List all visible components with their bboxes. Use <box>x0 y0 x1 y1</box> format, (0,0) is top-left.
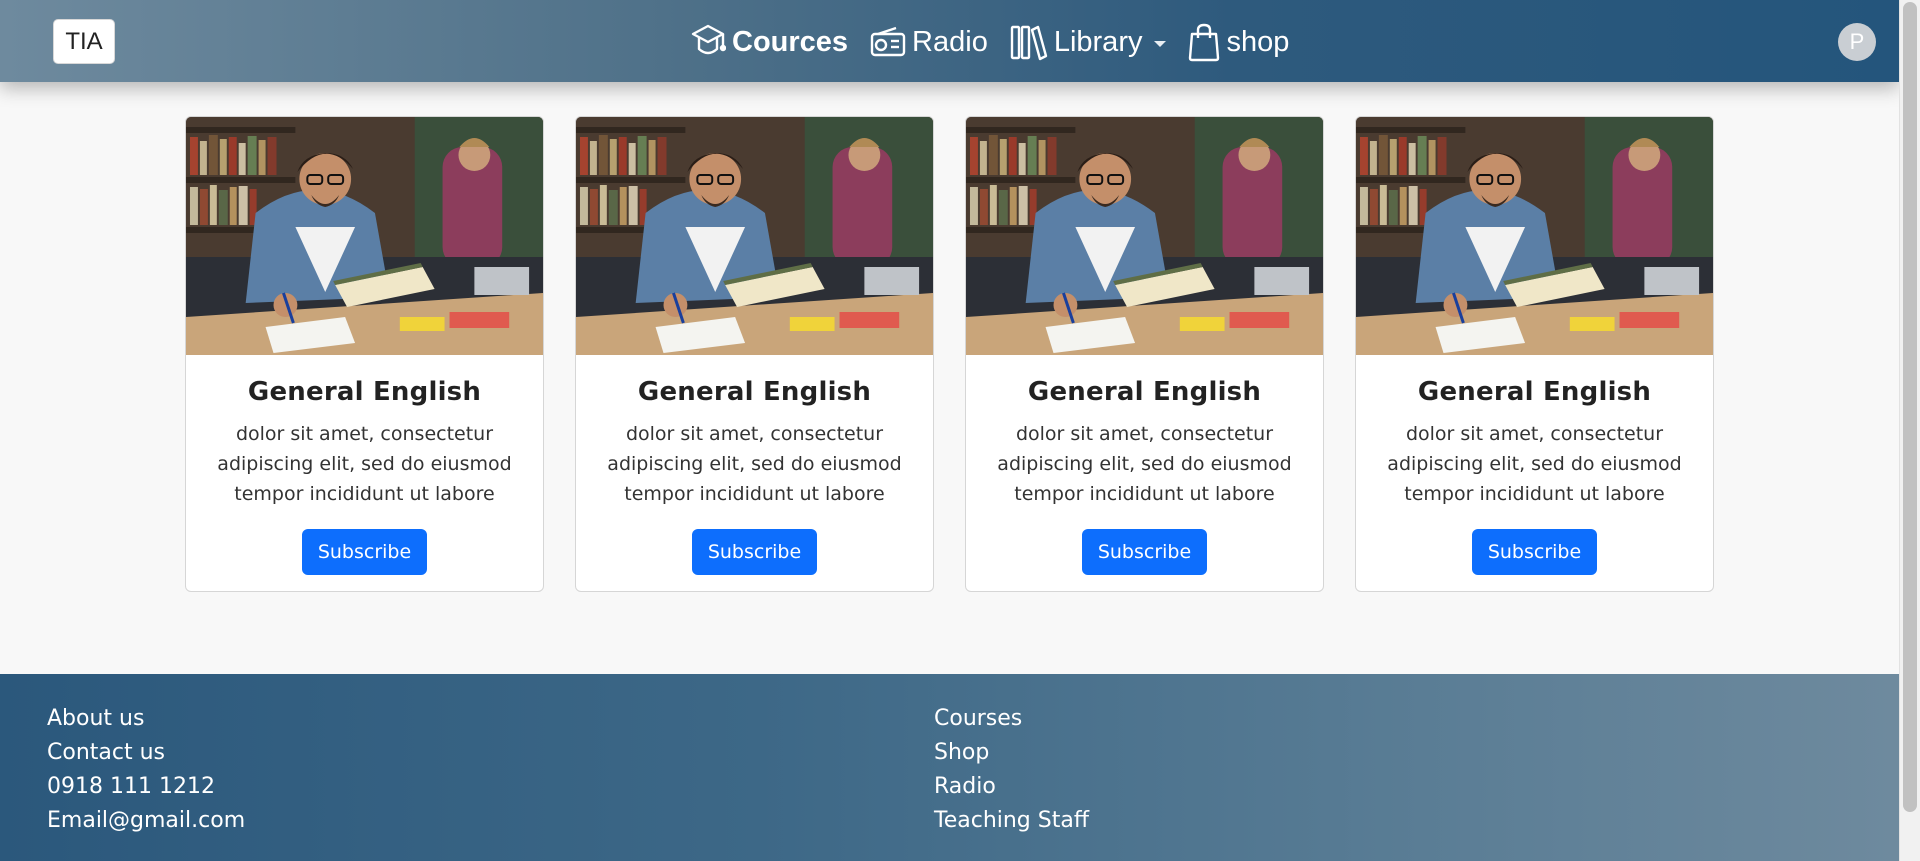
card-body: General English dolor sit amet, consecte… <box>966 377 1323 575</box>
footer-link-radio[interactable]: Radio <box>934 770 1089 804</box>
course-image <box>576 117 933 355</box>
books-icon <box>1010 23 1048 61</box>
scrollbar-thumb[interactable] <box>1903 2 1917 812</box>
main-nav: Cources Radio Library shop <box>690 16 1289 68</box>
shopping-bag-icon <box>1188 22 1220 62</box>
footer-contact-column: About us Contact us 0918 111 1212 Email@… <box>47 702 245 838</box>
footer-link-teaching-staff[interactable]: Teaching Staff <box>934 804 1089 838</box>
page: TIA Cources Radio Library shop P General… <box>0 0 1899 861</box>
card-text: dolor sit amet, consectetur adipiscing e… <box>1387 423 1682 505</box>
course-cards: General English dolor sit amet, consecte… <box>185 116 1714 592</box>
card-body: General English dolor sit amet, consecte… <box>186 377 543 575</box>
card-text: dolor sit amet, consectetur adipiscing e… <box>217 423 512 505</box>
footer-links-column: Courses Shop Radio Teaching Staff <box>934 702 1089 838</box>
course-card: General English dolor sit amet, consecte… <box>1355 116 1714 592</box>
nav-item-shop[interactable]: shop <box>1188 22 1289 62</box>
card-body: General English dolor sit amet, consecte… <box>1356 377 1713 575</box>
brand-logo[interactable]: TIA <box>53 19 115 64</box>
card-text: dolor sit amet, consectetur adipiscing e… <box>607 423 902 505</box>
footer-link-about-us[interactable]: About us <box>47 702 245 736</box>
course-image <box>1356 117 1713 355</box>
card-title: General English <box>637 377 872 407</box>
nav-item-library[interactable]: Library <box>1010 23 1167 61</box>
footer-link-contact-us[interactable]: Contact us <box>47 736 245 770</box>
avatar[interactable]: P <box>1838 23 1876 61</box>
card-body: General English dolor sit amet, consecte… <box>576 377 933 575</box>
vertical-scrollbar[interactable] <box>1899 0 1920 861</box>
nav-label-shop: shop <box>1226 25 1290 58</box>
nav-item-radio[interactable]: Radio <box>870 25 988 59</box>
subscribe-button[interactable]: Subscribe <box>301 529 428 575</box>
course-card: General English dolor sit amet, consecte… <box>965 116 1324 592</box>
card-title: General English <box>1417 377 1652 407</box>
nav-label-library: Library <box>1053 25 1143 58</box>
graduation-cap-icon <box>690 22 726 62</box>
course-card: General English dolor sit amet, consecte… <box>185 116 544 592</box>
navbar: TIA Cources Radio Library shop P <box>0 0 1899 82</box>
footer-email[interactable]: Email@gmail.com <box>47 804 245 838</box>
subscribe-button[interactable]: Subscribe <box>691 529 818 575</box>
course-image <box>186 117 543 355</box>
footer-link-shop[interactable]: Shop <box>934 736 1089 770</box>
card-title: General English <box>1027 377 1262 407</box>
nav-item-courses[interactable]: Cources <box>690 22 848 62</box>
radio-icon <box>870 25 906 59</box>
chevron-down-icon <box>1154 41 1167 47</box>
course-card: General English dolor sit amet, consecte… <box>575 116 934 592</box>
footer: About us Contact us 0918 111 1212 Email@… <box>0 674 1899 861</box>
footer-phone[interactable]: 0918 111 1212 <box>47 770 245 804</box>
card-text: dolor sit amet, consectetur adipiscing e… <box>997 423 1292 505</box>
subscribe-button[interactable]: Subscribe <box>1471 529 1598 575</box>
nav-label-courses: Cources <box>732 25 849 58</box>
nav-label-radio: Radio <box>912 25 988 58</box>
course-image <box>966 117 1323 355</box>
card-title: General English <box>247 377 482 407</box>
footer-link-courses[interactable]: Courses <box>934 702 1089 736</box>
subscribe-button[interactable]: Subscribe <box>1081 529 1208 575</box>
